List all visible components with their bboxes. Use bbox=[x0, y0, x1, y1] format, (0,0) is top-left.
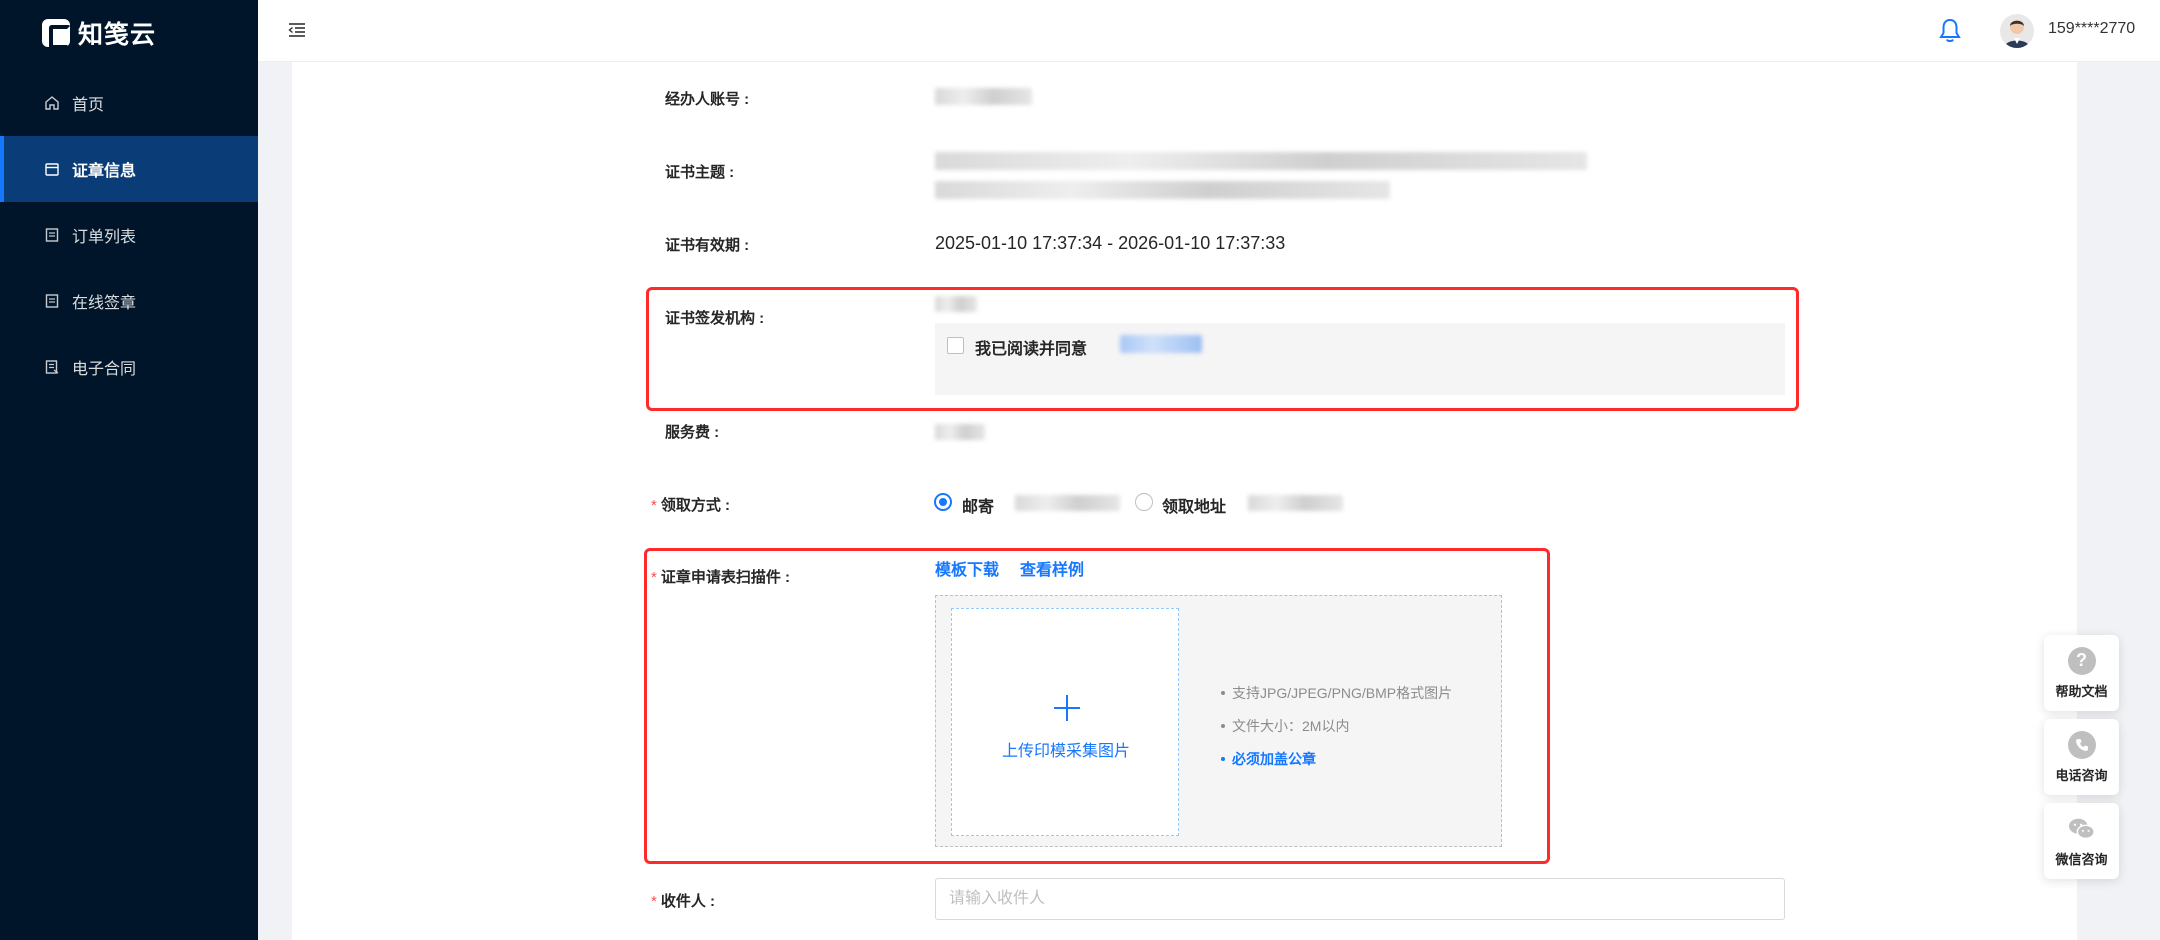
menu-fold-icon[interactable] bbox=[288, 22, 306, 38]
upload-button[interactable]: 上传印模采集图片 bbox=[951, 608, 1179, 836]
scan-label: * 证章申请表扫描件 : bbox=[651, 566, 790, 587]
tip-format: 支持JPG/JPEG/PNG/BMP格式图片 bbox=[1221, 676, 1452, 709]
wechat-consult-button[interactable]: 微信咨询 bbox=[2044, 803, 2119, 879]
wechat-icon bbox=[2068, 815, 2096, 843]
sidebar-item-label: 首页 bbox=[72, 97, 105, 114]
cert-validity-value: 2025-01-10 17:37:34 - 2026-01-10 17:37:3… bbox=[935, 233, 1286, 253]
list-icon bbox=[44, 227, 60, 243]
cert-issuer-label: 证书签发机构 : bbox=[665, 310, 765, 327]
logo-text: 知笺云 bbox=[78, 21, 157, 49]
cert-subject-label: 证书主题 : bbox=[665, 164, 735, 181]
logo[interactable]: 知笺云 bbox=[42, 18, 157, 49]
question-icon: ? bbox=[2067, 646, 2096, 675]
recipient-label-text: 收件人 : bbox=[660, 893, 716, 910]
wechat-consult-label: 微信咨询 bbox=[2055, 851, 2108, 867]
agent-account-label: 经办人账号 : bbox=[665, 91, 750, 108]
phone-icon bbox=[2067, 730, 2096, 759]
sidebar-item-online-sign[interactable]: 在线签章 bbox=[0, 268, 258, 334]
phone-consult-label: 电话咨询 bbox=[2055, 767, 2108, 783]
cert-issuer-value-redacted bbox=[935, 296, 977, 312]
phone-consult-button[interactable]: 电话咨询 bbox=[2044, 719, 2119, 795]
bullet-icon bbox=[1221, 723, 1225, 728]
cert-subject-value-redacted bbox=[935, 181, 1390, 199]
scan-label-text: 证章申请表扫描件 : bbox=[660, 569, 791, 586]
sidebar-item-label: 订单列表 bbox=[72, 229, 137, 246]
bullet-icon bbox=[1221, 756, 1225, 761]
doc-icon bbox=[44, 293, 60, 309]
sidebar-item-orders[interactable]: 订单列表 bbox=[0, 202, 258, 268]
contract-icon bbox=[44, 359, 60, 375]
plus-icon bbox=[1054, 695, 1080, 721]
sidebar-item-label: 电子合同 bbox=[72, 361, 137, 378]
agree-checkbox[interactable] bbox=[947, 337, 964, 354]
sidebar-nav: 首页 证章信息 订单列表 在线签章 电子合同 bbox=[0, 70, 258, 400]
top-header: 159****2770 bbox=[258, 0, 2160, 62]
pickup-address-redacted bbox=[1248, 495, 1343, 511]
upload-area: 上传印模采集图片 支持JPG/JPEG/PNG/BMP格式图片 文件大小：2M以… bbox=[935, 595, 1502, 847]
required-mark: * bbox=[651, 569, 657, 586]
home-icon bbox=[44, 95, 60, 111]
tip-size: 文件大小：2M以内 bbox=[1221, 709, 1452, 742]
required-mark: * bbox=[651, 497, 657, 514]
recipient-label: * 收件人 : bbox=[651, 890, 715, 911]
mail-info-redacted bbox=[1015, 495, 1120, 511]
help-docs-label: 帮助文档 bbox=[2055, 683, 2108, 699]
agreement-panel: 我已阅读并同意 bbox=[935, 323, 1785, 395]
agreement-link-redacted[interactable] bbox=[1120, 335, 1202, 353]
radio-mail-label: 邮寄 bbox=[962, 499, 995, 516]
bullet-icon bbox=[1221, 690, 1225, 695]
pickup-method-label: * 领取方式 : bbox=[651, 494, 730, 515]
recipient-input[interactable] bbox=[935, 878, 1785, 920]
agent-account-value-redacted bbox=[935, 88, 1032, 105]
sidebar-item-cert-info[interactable]: 证章信息 bbox=[0, 136, 258, 202]
calendar-icon bbox=[44, 161, 60, 177]
service-fee-label: 服务费 : bbox=[665, 424, 720, 441]
view-sample-link[interactable]: 查看样例 bbox=[1020, 556, 1084, 580]
upload-tips: 支持JPG/JPEG/PNG/BMP格式图片 文件大小：2M以内 必须加盖公章 bbox=[1221, 676, 1452, 775]
radio-mail[interactable] bbox=[934, 493, 952, 511]
upload-text: 上传印模采集图片 bbox=[1001, 743, 1130, 760]
cert-validity-label: 证书有效期 : bbox=[665, 237, 750, 254]
help-docs-button[interactable]: ? 帮助文档 bbox=[2044, 635, 2119, 711]
agree-text: 我已阅读并同意 bbox=[975, 341, 1088, 358]
service-fee-value-redacted bbox=[935, 424, 985, 440]
sidebar-item-label: 在线签章 bbox=[72, 295, 137, 312]
tip-text: 文件大小：2M以内 bbox=[1232, 717, 1350, 734]
bell-icon[interactable] bbox=[1938, 18, 1962, 44]
sidebar-item-e-contract[interactable]: 电子合同 bbox=[0, 334, 258, 400]
radio-pickup-address[interactable] bbox=[1135, 493, 1153, 511]
sidebar-item-label: 证章信息 bbox=[72, 163, 137, 180]
tip-text: 支持JPG/JPEG/PNG/BMP格式图片 bbox=[1232, 684, 1453, 701]
username[interactable]: 159****2770 bbox=[2048, 20, 2135, 38]
sidebar-item-home[interactable]: 首页 bbox=[0, 70, 258, 136]
avatar[interactable] bbox=[2000, 14, 2034, 48]
tip-seal: 必须加盖公章 bbox=[1221, 742, 1452, 775]
sidebar: 知笺云 首页 证章信息 订单列表 在线签章 电子合同 bbox=[0, 0, 258, 940]
radio-pickup-address-label: 领取地址 bbox=[1162, 499, 1227, 516]
template-download-link[interactable]: 模板下载 bbox=[935, 556, 999, 580]
cert-subject-value-redacted bbox=[935, 152, 1587, 170]
tip-text: 必须加盖公章 bbox=[1232, 750, 1316, 767]
logo-icon bbox=[42, 19, 71, 49]
required-mark: * bbox=[651, 893, 657, 910]
pickup-method-label-text: 领取方式 : bbox=[660, 497, 731, 514]
